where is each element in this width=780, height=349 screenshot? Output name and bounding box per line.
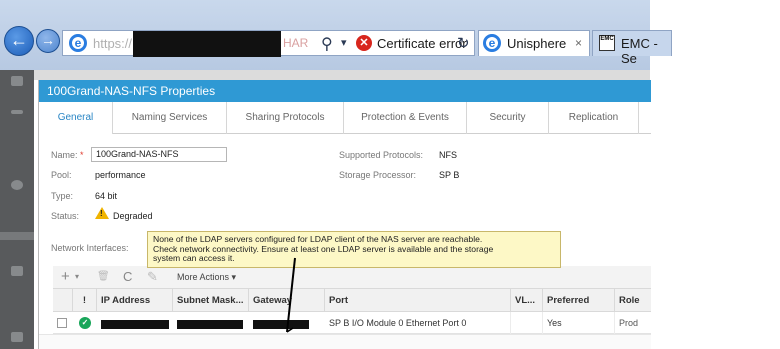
- col-ip-address[interactable]: IP Address: [97, 289, 173, 313]
- settings-icon[interactable]: [11, 332, 23, 342]
- warning-mark: !: [100, 209, 103, 218]
- forward-button[interactable]: →: [36, 29, 60, 53]
- refresh-list-icon[interactable]: C: [123, 269, 132, 284]
- tab-sharing-protocols[interactable]: Sharing Protocols: [227, 102, 344, 134]
- col-select[interactable]: [53, 289, 73, 313]
- tab-replication[interactable]: Replication: [549, 102, 639, 134]
- row-checkbox[interactable]: [57, 318, 67, 328]
- tab-security[interactable]: Security: [467, 102, 549, 134]
- col-status[interactable]: !: [73, 289, 97, 313]
- certificate-error-icon[interactable]: ✕: [356, 35, 372, 51]
- edit-icon[interactable]: ✎: [147, 269, 158, 285]
- add-icon[interactable]: +: [61, 268, 70, 285]
- role-cell: Prod: [619, 318, 639, 328]
- ip-redaction: [101, 320, 169, 329]
- tooltip-line-3: system can access it.: [153, 253, 235, 263]
- rail-selected-item[interactable]: [0, 232, 34, 240]
- subnet-redaction: [177, 320, 243, 329]
- more-actions-button[interactable]: More Actions ▾: [177, 272, 236, 283]
- col-subnet-mask[interactable]: Subnet Mask...: [173, 289, 249, 313]
- url-tail: HAR: [283, 36, 309, 50]
- dialog-title: 100Grand-NAS-NFS Properties: [39, 80, 651, 102]
- dialog-tabs: General Naming Services Sharing Protocol…: [39, 102, 651, 134]
- status-tooltip: None of the LDAP servers configured for …: [147, 231, 561, 268]
- name-label: Name: *: [51, 150, 84, 160]
- close-icon[interactable]: ×: [575, 36, 582, 50]
- col-vlan[interactable]: VL...: [511, 289, 543, 313]
- supported-protocols-label: Supported Protocols:: [339, 150, 424, 160]
- add-dropdown-icon[interactable]: ▾: [75, 272, 79, 281]
- hosts-icon[interactable]: [11, 266, 23, 276]
- vlan-cell: [511, 312, 543, 334]
- interfaces-toolbar: + ▾ 🗑 C ✎ More Actions ▾: [53, 266, 651, 288]
- browser-toolbar: ← → e https:// HAR ⚲ ▾ ✕ Certificate err…: [0, 0, 672, 70]
- delete-icon[interactable]: 🗑: [97, 271, 110, 282]
- ok-status-icon: ✓: [79, 317, 91, 329]
- col-port[interactable]: Port: [325, 289, 511, 313]
- name-field[interactable]: 100Grand-NAS-NFS: [91, 147, 227, 162]
- background-panel: [34, 70, 650, 80]
- redaction-block: [133, 31, 281, 57]
- dropdown-icon[interactable]: ▾: [341, 36, 347, 49]
- col-preferred[interactable]: Preferred: [543, 289, 615, 313]
- refresh-icon[interactable]: ↻: [457, 34, 470, 52]
- annotation-stroke: [286, 257, 296, 333]
- storage-processor-label: Storage Processor:: [339, 170, 417, 180]
- tab-unisphere-label: Unisphere: [507, 36, 567, 51]
- storage-processor-value: SP B: [439, 170, 460, 180]
- ie-tab-icon: e: [483, 34, 501, 52]
- ie-icon: e: [69, 34, 87, 52]
- type-value: 64 bit: [95, 191, 118, 201]
- menu-icon[interactable]: [11, 110, 23, 114]
- preferred-cell: Yes: [543, 312, 615, 334]
- table-row[interactable]: ✓ SP B I/O Module 0 Ethernet Port 0 Yes …: [53, 312, 651, 334]
- dialog-bottom-strip: [39, 334, 651, 349]
- properties-dialog: 100Grand-NAS-NFS Properties General Nami…: [38, 80, 651, 349]
- back-button[interactable]: ←: [4, 26, 34, 56]
- tab-emc[interactable]: EMC EMC - Se: [592, 30, 672, 66]
- storage-icon[interactable]: [11, 180, 23, 190]
- status-label: Status:: [51, 211, 80, 221]
- tab-unisphere[interactable]: e Unisphere ×: [478, 30, 590, 56]
- app-left-rail: [0, 70, 34, 349]
- tab-general[interactable]: General: [39, 102, 113, 134]
- col-role[interactable]: Role: [615, 289, 651, 313]
- required-marker: *: [80, 150, 84, 160]
- status-value: Degraded: [113, 211, 153, 221]
- certificate-error-label[interactable]: Certificate error: [377, 36, 467, 51]
- tab-emc-label: EMC - Se: [621, 36, 658, 66]
- tab-naming-services[interactable]: Naming Services: [113, 102, 227, 134]
- interfaces-table-header: ! IP Address Subnet Mask... Gateway Port…: [53, 288, 651, 313]
- pool-label: Pool:: [51, 170, 72, 180]
- tab-protection-events[interactable]: Protection & Events: [344, 102, 467, 134]
- network-interfaces-label: Network Interfaces:: [51, 243, 129, 253]
- dashboard-icon[interactable]: [11, 76, 23, 86]
- url-text: https://: [93, 36, 133, 51]
- port-cell: SP B I/O Module 0 Ethernet Port 0: [325, 312, 511, 334]
- supported-protocols-value: NFS: [439, 150, 457, 160]
- screenshot: ← → e https:// HAR ⚲ ▾ ✕ Certificate err…: [0, 0, 780, 349]
- emc-icon: EMC: [599, 35, 615, 51]
- type-label: Type:: [51, 191, 74, 201]
- search-icon[interactable]: ⚲: [321, 34, 333, 54]
- pool-value: performance: [95, 170, 146, 180]
- address-bar[interactable]: e https:// HAR ⚲ ▾ ✕ Certificate error ↻: [62, 30, 475, 57]
